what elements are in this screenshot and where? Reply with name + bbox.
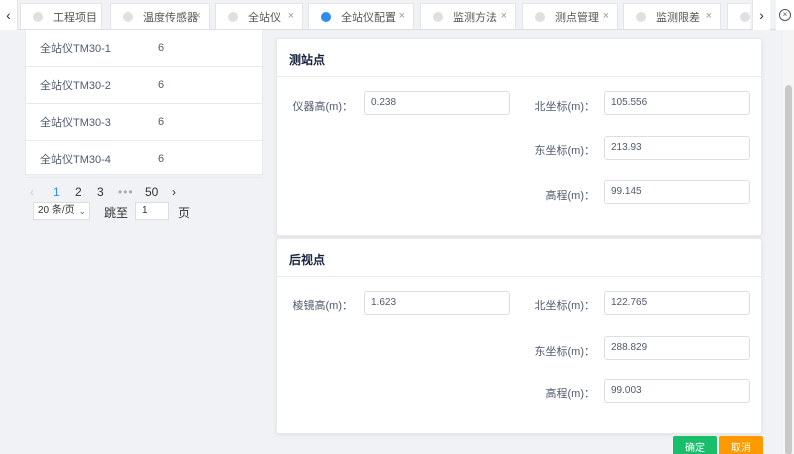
tab-label: 测点管理 — [555, 11, 599, 24]
device-name: 全站仪TM30-3 — [40, 117, 111, 129]
scrollbar-thumb[interactable] — [785, 85, 792, 454]
tab-status-dot-icon — [433, 11, 443, 22]
backsight-point-card: 后视点 棱镜高(m)： 1.623 北坐标(m)： 122.765 东坐标(m)… — [276, 238, 762, 434]
elevation-input[interactable]: 99.145 — [604, 180, 750, 204]
tab-monitoring-method[interactable]: 监测方法 × — [420, 3, 516, 29]
east-coordinate-label: 东坐标(m)： — [534, 145, 596, 157]
tab-label: 全站仪配置 — [341, 11, 396, 24]
prism-height-input[interactable]: 1.623 — [364, 291, 510, 315]
close-all-tabs-button[interactable]: × — [776, 0, 794, 30]
elevation-label: 高程(m)： — [545, 388, 596, 400]
tab-label: 工程项目 — [53, 11, 97, 24]
prism-height-label: 棱镜高(m)： — [292, 300, 354, 312]
device-count: 6 — [158, 153, 165, 165]
page-ellipsis[interactable]: ••• — [118, 185, 134, 199]
page-size-select[interactable]: 20 条/页 ⌄ — [33, 202, 90, 220]
east-coordinate-input[interactable]: 213.93 — [604, 136, 750, 160]
page-3[interactable]: 3 — [97, 185, 104, 199]
tab-close-icon[interactable]: × — [195, 10, 201, 22]
card-header: 测站点 — [277, 39, 761, 77]
tab-close-icon[interactable]: × — [399, 10, 405, 22]
cancel-button[interactable]: 取消 — [719, 436, 763, 454]
tab-strip: 工程项目 温度传感器 × 全站仪 × 全站仪配置 × 监测方法 × 测点管理 × — [20, 3, 750, 30]
east-coordinate-label: 东坐标(m)： — [534, 346, 596, 358]
card-title: 后视点 — [289, 253, 326, 267]
page-last[interactable]: 50 — [145, 185, 158, 199]
device-name: 全站仪TM30-4 — [40, 154, 111, 166]
tab-total-station[interactable]: 全站仪 × — [215, 3, 303, 29]
tab-temperature-sensor[interactable]: 温度传感器 × — [110, 3, 210, 29]
card-title: 测站点 — [289, 53, 326, 67]
tab-label: 全站仪 — [248, 11, 281, 24]
tab-overflow[interactable] — [727, 3, 750, 29]
device-name: 全站仪TM30-2 — [40, 80, 111, 92]
device-list: 全站仪TM30-1 6 全站仪TM30-2 6 全站仪TM30-3 6 全站仪T… — [25, 30, 263, 178]
confirm-button[interactable]: 确定 — [673, 436, 717, 454]
jump-page-input[interactable]: 1 — [135, 202, 169, 220]
jump-label: 跳至 — [104, 206, 129, 220]
tab-close-icon[interactable]: × — [501, 10, 507, 22]
device-count: 6 — [158, 42, 165, 54]
north-coordinate-input[interactable]: 122.765 — [604, 291, 750, 315]
north-coordinate-label: 北坐标(m)： — [534, 300, 596, 312]
tab-status-dot-icon — [123, 11, 133, 22]
next-page-icon[interactable]: › — [172, 185, 176, 199]
table-row[interactable]: 全站仪TM30-4 6 — [26, 141, 263, 178]
instrument-height-input[interactable]: 0.238 — [364, 91, 510, 115]
tab-scroll-right-icon[interactable]: › — [752, 0, 770, 30]
tab-label: 监测限差 — [656, 11, 700, 24]
device-count: 6 — [158, 79, 165, 91]
tab-scroll-left-icon[interactable]: ‹ — [0, 0, 18, 30]
east-coordinate-input[interactable]: 288.829 — [604, 336, 750, 360]
tab-status-dot-icon — [228, 11, 238, 22]
jump-suffix: 页 — [178, 206, 191, 220]
tab-close-icon[interactable]: × — [288, 10, 294, 22]
tab-total-station-config[interactable]: 全站仪配置 × — [308, 3, 414, 29]
page-1[interactable]: 1 — [53, 185, 60, 199]
tab-bar: ‹ 工程项目 温度传感器 × 全站仪 × 全站仪配置 × 监测方法 × 测点管理 — [0, 0, 794, 30]
device-name: 全站仪TM30-1 — [40, 43, 111, 55]
page-size-value: 20 条/页 — [38, 205, 75, 216]
tab-close-icon[interactable]: × — [603, 10, 609, 22]
station-point-card: 测站点 仪器高(m)： 0.238 北坐标(m)： 105.556 东坐标(m)… — [276, 38, 762, 236]
prev-page-icon[interactable]: ‹ — [30, 185, 34, 199]
tab-label: 监测方法 — [453, 11, 497, 24]
north-coordinate-label: 北坐标(m)： — [534, 101, 596, 113]
elevation-label: 高程(m)： — [545, 190, 596, 202]
close-circle-icon: × — [779, 9, 791, 21]
tab-engineering-project[interactable]: 工程项目 — [20, 3, 102, 29]
tab-close-icon[interactable]: × — [706, 10, 712, 22]
tab-monitoring-tolerance[interactable]: 监测限差 × — [623, 3, 721, 29]
card-header: 后视点 — [277, 239, 761, 277]
device-count: 6 — [158, 116, 165, 128]
tab-point-management[interactable]: 测点管理 × — [522, 3, 618, 29]
tab-status-dot-icon — [33, 11, 43, 22]
page-2[interactable]: 2 — [75, 185, 82, 199]
vertical-scrollbar[interactable] — [783, 30, 794, 454]
north-coordinate-input[interactable]: 105.556 — [604, 91, 750, 115]
tab-status-dot-icon — [740, 11, 750, 22]
table-row[interactable]: 全站仪TM30-1 6 — [26, 30, 263, 67]
chevron-down-icon: ⌄ — [78, 206, 86, 216]
tab-status-dot-icon — [321, 11, 331, 22]
instrument-height-label: 仪器高(m)： — [292, 101, 354, 113]
table-row[interactable]: 全站仪TM30-3 6 — [26, 104, 263, 141]
tab-status-dot-icon — [535, 11, 545, 22]
tab-status-dot-icon — [636, 11, 646, 22]
table-row[interactable]: 全站仪TM30-2 6 — [26, 67, 263, 104]
elevation-input[interactable]: 99.003 — [604, 379, 750, 403]
tab-label: 温度传感器 — [143, 11, 198, 24]
